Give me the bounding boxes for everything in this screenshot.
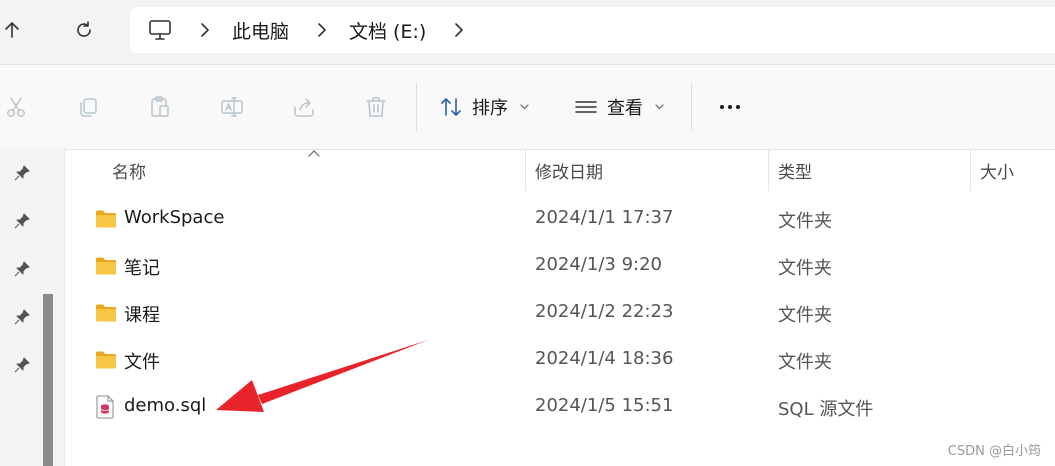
chevron-down-icon xyxy=(520,104,529,110)
file-type: 文件夹 xyxy=(778,211,832,232)
more-icon xyxy=(728,105,732,109)
folder-icon xyxy=(96,351,116,369)
more-options-button[interactable] xyxy=(715,91,745,123)
chevron-right-icon[interactable] xyxy=(200,23,210,37)
sort-label: 排序 xyxy=(472,98,508,119)
address-toolbar: 此电脑 文档 (E:) xyxy=(0,0,1055,64)
address-bar[interactable]: 此电脑 文档 (E:) xyxy=(130,7,1055,53)
file-name: 笔记 xyxy=(124,258,160,279)
divider xyxy=(416,83,417,131)
more-icon xyxy=(720,105,724,109)
column-header-label: 大小 xyxy=(980,162,1014,183)
column-header-type[interactable]: 类型 xyxy=(778,149,812,191)
pin-icon[interactable] xyxy=(14,261,30,277)
column-header-name[interactable]: 名称 xyxy=(112,149,146,191)
file-type: 文件夹 xyxy=(778,352,832,373)
column-divider[interactable] xyxy=(525,149,526,191)
view-button[interactable]: 查看 xyxy=(575,89,664,125)
file-name: 文件 xyxy=(124,352,160,373)
watermark: CSDN @白小筠 xyxy=(947,444,1041,459)
nav-scrollbar[interactable] xyxy=(43,294,53,466)
pin-icon[interactable] xyxy=(14,309,30,325)
file-type: 文件夹 xyxy=(778,305,832,326)
pin-icon[interactable] xyxy=(14,213,30,229)
paste-button[interactable] xyxy=(144,91,176,123)
file-name: WorkSpace xyxy=(124,207,225,228)
column-header-label: 修改日期 xyxy=(535,162,603,183)
chevron-right-icon[interactable] xyxy=(454,23,464,37)
column-divider[interactable] xyxy=(970,149,971,191)
column-divider[interactable] xyxy=(768,149,769,191)
pin-icon[interactable] xyxy=(14,357,30,373)
up-button[interactable] xyxy=(0,10,32,50)
file-date-modified: 2024/1/5 15:51 xyxy=(535,395,674,416)
sort-ascending-icon xyxy=(308,150,320,157)
pin-icon[interactable] xyxy=(14,165,30,181)
folder-icon xyxy=(96,257,116,275)
file-type: 文件夹 xyxy=(778,258,832,279)
delete-button[interactable] xyxy=(360,91,392,123)
chevron-down-icon xyxy=(655,104,664,110)
sql-file-icon xyxy=(96,395,114,419)
breadcrumb-drive-e[interactable]: 文档 (E:) xyxy=(349,17,426,44)
command-bar: 排序 查看 xyxy=(0,64,1055,150)
cut-icon xyxy=(7,97,25,117)
file-row[interactable]: 文件 2024/1/4 18:36 文件夹 xyxy=(64,337,1055,384)
file-type: SQL 源文件 xyxy=(778,399,874,420)
view-list-icon xyxy=(575,101,597,113)
delete-icon xyxy=(366,97,386,117)
chevron-right-icon[interactable] xyxy=(317,23,327,37)
column-header-size[interactable]: 大小 xyxy=(980,149,1014,191)
file-date-modified: 2024/1/4 18:36 xyxy=(535,348,674,369)
cut-button[interactable] xyxy=(0,91,32,123)
column-header-label: 名称 xyxy=(112,162,146,183)
arrow-up-icon xyxy=(5,22,19,38)
share-icon xyxy=(294,98,314,117)
file-date-modified: 2024/1/1 17:37 xyxy=(535,207,674,228)
navigation-pane xyxy=(0,149,65,466)
folder-icon xyxy=(96,210,116,228)
file-date-modified: 2024/1/2 22:23 xyxy=(535,301,674,322)
more-icon xyxy=(736,105,740,109)
file-row[interactable]: 课程 2024/1/2 22:23 文件夹 xyxy=(64,290,1055,337)
rename-icon xyxy=(221,97,243,117)
copy-icon xyxy=(80,98,97,117)
file-name: demo.sql xyxy=(124,395,207,416)
sort-icon xyxy=(441,98,461,116)
view-label: 查看 xyxy=(607,98,643,119)
share-button[interactable] xyxy=(288,91,320,123)
divider xyxy=(691,83,692,131)
breadcrumb-this-pc[interactable]: 此电脑 xyxy=(232,17,289,44)
file-name: 课程 xyxy=(124,305,160,326)
file-row[interactable]: WorkSpace 2024/1/1 17:37 文件夹 xyxy=(64,196,1055,243)
file-date-modified: 2024/1/3 9:20 xyxy=(535,254,662,275)
refresh-icon xyxy=(77,21,91,37)
file-row[interactable]: 笔记 2024/1/3 9:20 文件夹 xyxy=(64,243,1055,290)
file-row[interactable]: demo.sql 2024/1/5 15:51 SQL 源文件 xyxy=(64,384,1055,431)
column-header-date-modified[interactable]: 修改日期 xyxy=(535,149,603,191)
refresh-button[interactable] xyxy=(64,10,104,50)
folder-icon xyxy=(96,304,116,322)
rename-button[interactable] xyxy=(216,91,248,123)
copy-button[interactable] xyxy=(72,91,104,123)
column-header-label: 类型 xyxy=(778,162,812,183)
paste-icon xyxy=(151,96,169,117)
computer-icon xyxy=(149,20,171,40)
sort-button[interactable]: 排序 xyxy=(440,89,529,125)
